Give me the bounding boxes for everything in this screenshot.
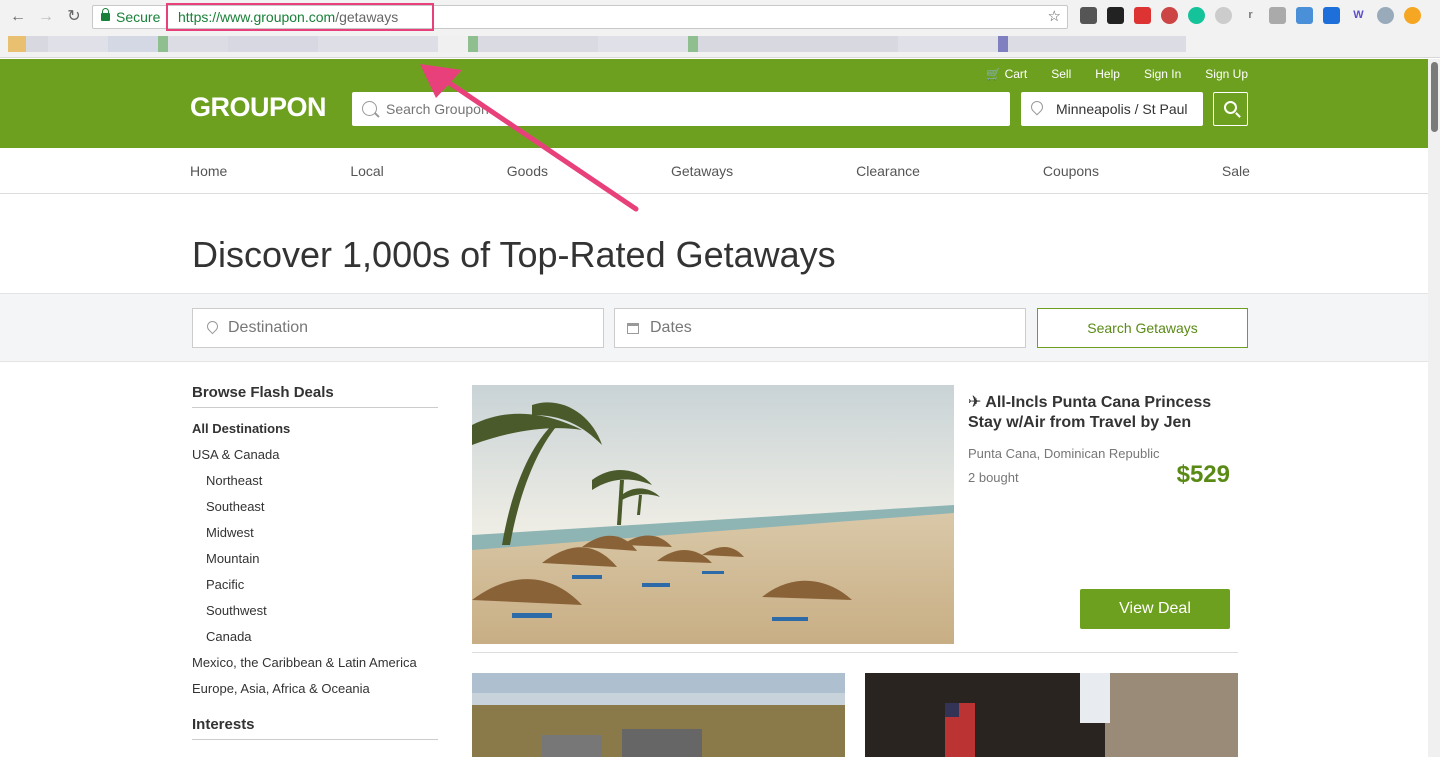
- sidebar-item[interactable]: Pacific: [192, 572, 438, 598]
- search-icon: [362, 101, 377, 116]
- nav-coupons[interactable]: Coupons: [1043, 163, 1099, 179]
- lock-icon: [101, 8, 110, 21]
- sidebar-item[interactable]: Canada: [192, 624, 438, 650]
- cart-link[interactable]: 🛒 Cart: [986, 67, 1027, 81]
- extension-toolbar: r W: [1080, 7, 1421, 24]
- ext-w-icon[interactable]: W: [1350, 7, 1367, 24]
- deal-image[interactable]: [472, 385, 954, 644]
- search-button[interactable]: [1213, 92, 1248, 126]
- url-highlight-box: https://www.groupon.com/getaways: [166, 3, 434, 31]
- main-nav: Home Local Goods Getaways Clearance Coup…: [0, 148, 1440, 194]
- deal-location: Punta Cana, Dominican Republic: [968, 446, 1160, 461]
- sell-link[interactable]: Sell: [1051, 67, 1071, 81]
- hotel-photo: [865, 673, 1238, 757]
- browse-sidebar: Browse Flash Deals All Destinations USA &…: [192, 384, 438, 740]
- page-title: Discover 1,000s of Top-Rated Getaways: [192, 234, 836, 275]
- ext-orange-icon[interactable]: [1404, 7, 1421, 24]
- deal-thumbnail-1[interactable]: [472, 673, 845, 757]
- sidebar-item[interactable]: Midwest: [192, 520, 438, 546]
- sidebar-item[interactable]: Southeast: [192, 494, 438, 520]
- nav-sale[interactable]: Sale: [1222, 163, 1250, 179]
- grammarly-icon[interactable]: [1188, 7, 1205, 24]
- sidebar-item[interactable]: Europe, Asia, Africa & Oceania: [192, 676, 438, 702]
- sidebar-item[interactable]: Southwest: [192, 598, 438, 624]
- sidebar-item[interactable]: Northeast: [192, 468, 438, 494]
- destination-pin-icon: [204, 318, 221, 335]
- deal-price: $529: [1176, 461, 1230, 488]
- ext-r-icon[interactable]: r: [1242, 7, 1259, 24]
- sidebar-item[interactable]: Mexico, the Caribbean & Latin America: [192, 650, 438, 676]
- browser-chrome: ← → ↻ Secure https://www.groupon.com/get…: [0, 0, 1440, 58]
- evernote-icon[interactable]: [1080, 7, 1097, 24]
- forward-icon[interactable]: →: [36, 7, 56, 27]
- sidebar-item[interactable]: USA & Canada: [192, 442, 438, 468]
- ext-blue-icon[interactable]: [1296, 7, 1313, 24]
- back-icon[interactable]: ←: [8, 7, 28, 27]
- secure-indicator[interactable]: Secure: [101, 8, 160, 25]
- sign-in-link[interactable]: Sign In: [1144, 67, 1181, 81]
- calendar-ext-icon[interactable]: [1161, 7, 1178, 24]
- view-deal-button[interactable]: View Deal: [1080, 589, 1230, 629]
- deal-title[interactable]: ✈ All-Incls Punta Cana Princess Stay w/A…: [968, 393, 1238, 433]
- location-pin-icon: [1028, 98, 1046, 116]
- calendar-icon: [627, 323, 639, 334]
- deal-thumbnail-2[interactable]: [865, 673, 1238, 757]
- nav-clearance[interactable]: Clearance: [856, 163, 920, 179]
- nav-home[interactable]: Home: [190, 163, 227, 179]
- groupon-logo[interactable]: GROUPON: [190, 92, 327, 123]
- site-header: 🛒 Cart Sell Help Sign In Sign Up GROUPON…: [0, 59, 1440, 148]
- deal-bought-count: 2 bought: [968, 470, 1019, 485]
- magnifier-icon: [1224, 101, 1237, 114]
- search-getaways-button[interactable]: Search Getaways: [1037, 308, 1248, 348]
- scrollbar[interactable]: [1428, 59, 1440, 757]
- location-text: Minneapolis / St Paul: [1056, 101, 1188, 117]
- dates-field[interactable]: Dates: [614, 308, 1026, 348]
- nav-getaways[interactable]: Getaways: [671, 163, 733, 179]
- getaway-search-bar: Destination Dates Search Getaways: [0, 293, 1440, 362]
- beach-photo: [472, 385, 954, 644]
- bookmark-star-icon[interactable]: ☆: [1048, 7, 1061, 25]
- location-selector[interactable]: Minneapolis / St Paul: [1021, 92, 1203, 126]
- sidebar-item[interactable]: All Destinations: [192, 416, 438, 442]
- sign-up-link[interactable]: Sign Up: [1205, 67, 1248, 81]
- header-links: 🛒 Cart Sell Help Sign In Sign Up: [986, 67, 1248, 81]
- search-input[interactable]: [352, 92, 1010, 126]
- ext-red-icon[interactable]: [1134, 7, 1151, 24]
- interests-heading: Interests: [192, 716, 438, 740]
- resort-photo: [472, 673, 845, 757]
- buffer-icon[interactable]: [1107, 7, 1124, 24]
- reload-icon[interactable]: ↻: [64, 7, 84, 27]
- deal-divider: [472, 652, 1238, 653]
- ext-g-icon[interactable]: [1269, 7, 1286, 24]
- destination-list: All Destinations USA & Canada Northeast Sou…: [192, 416, 438, 702]
- nav-local[interactable]: Local: [350, 163, 383, 179]
- ext-alert-icon[interactable]: [1323, 7, 1340, 24]
- sidebar-item[interactable]: Mountain: [192, 546, 438, 572]
- bookmarks-bar: [8, 36, 1196, 52]
- sidebar-heading: Browse Flash Deals: [192, 384, 438, 408]
- destination-field[interactable]: Destination: [192, 308, 604, 348]
- address-bar[interactable]: Secure https://www.groupon.com/getaways …: [92, 3, 1068, 31]
- scrollbar-thumb[interactable]: [1431, 62, 1438, 132]
- ext-grey-icon[interactable]: [1215, 7, 1232, 24]
- url-text[interactable]: https://www.groupon.com/getaways: [178, 9, 398, 25]
- skype-icon[interactable]: [1377, 7, 1394, 24]
- help-link[interactable]: Help: [1095, 67, 1120, 81]
- nav-goods[interactable]: Goods: [507, 163, 548, 179]
